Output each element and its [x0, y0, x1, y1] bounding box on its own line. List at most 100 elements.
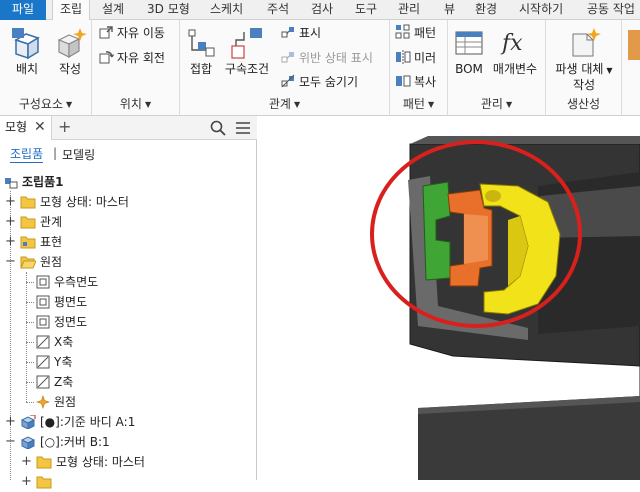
yellow-cap-boss	[485, 190, 501, 202]
derived-substitute-icon	[572, 28, 601, 57]
collapse-icon[interactable]: −	[5, 252, 16, 272]
close-icon[interactable]: ✕	[34, 116, 46, 138]
grounded-part-icon	[20, 415, 36, 429]
copy-button[interactable]: 복사	[395, 72, 436, 92]
tree-node-origin[interactable]: − 원점	[0, 252, 257, 272]
tree-node-representations[interactable]: + 표현	[0, 232, 257, 252]
tree-node-z-axis[interactable]: Z축	[0, 372, 257, 392]
expand-icon[interactable]: +	[5, 412, 16, 432]
create-label: 작성	[58, 62, 82, 76]
derived-substitute-button[interactable]: 파생 대체 ▼ 작성	[550, 26, 618, 93]
tree-node-y-axis[interactable]: Y축	[0, 352, 257, 372]
tree-node-partial[interactable]: +	[0, 472, 257, 492]
hide-all-button[interactable]: 모두 숨기기	[280, 72, 358, 92]
part-icon	[20, 436, 36, 449]
tree-node-center-point[interactable]: 원점	[0, 392, 257, 412]
menu-tab-3d-model[interactable]: 3D 모형	[147, 0, 190, 20]
constrain-label: 구속조건	[224, 62, 270, 76]
tree-node-component-b[interactable]: − [○]:커버 B:1	[0, 432, 257, 452]
show-sick-button[interactable]: 위반 상태 표시	[280, 48, 373, 68]
tree-node-xz-plane[interactable]: 평면도	[0, 292, 257, 312]
create-component-icon	[57, 28, 87, 59]
work-axis-icon	[36, 375, 50, 389]
parameters-label: 매개변수	[492, 62, 538, 76]
menu-tab-annotate[interactable]: 주석	[267, 0, 289, 20]
manage-group-label[interactable]: 관리 ▼	[448, 95, 545, 111]
mirror-icon	[396, 50, 411, 64]
folder-icon	[20, 196, 36, 209]
menu-tab-design[interactable]: 설계	[102, 0, 124, 20]
tree-node-component-a[interactable]: + [●]:기준 바디 A:1	[0, 412, 257, 432]
tree-node-xy-plane[interactable]: 정면도	[0, 312, 257, 332]
free-rotate-icon	[99, 51, 115, 64]
ribbon-group-position: 자유 이동 자유 회전 위치 ▼	[92, 20, 180, 116]
expand-icon[interactable]: +	[5, 232, 16, 252]
show-relationship-icon	[281, 27, 294, 38]
place-button[interactable]: 배치	[6, 26, 48, 77]
menu-tab-view[interactable]: 뷰	[444, 0, 455, 20]
show-button[interactable]: 표시	[280, 23, 321, 43]
joint-button[interactable]: 접합	[184, 26, 218, 77]
work-point-icon	[36, 395, 50, 409]
bom-icon	[455, 31, 483, 55]
free-rotate-button[interactable]: 자유 회전	[98, 48, 165, 68]
pattern-icon	[395, 24, 410, 39]
pattern-button[interactable]: 패턴	[395, 23, 436, 43]
work-plane-icon	[36, 295, 50, 309]
menu-tab-environments[interactable]: 환경	[475, 0, 497, 20]
menu-tab-tools[interactable]: 도구	[355, 0, 377, 20]
assembly-section-view[interactable]	[258, 116, 640, 480]
graphics-viewport[interactable]	[258, 116, 640, 480]
mode-modeling[interactable]: 모델링	[62, 146, 95, 163]
tree-node-component-b-model-state[interactable]: + 모형 상태: 마스터	[0, 452, 257, 472]
constrain-button[interactable]: 구속조건	[220, 26, 274, 77]
search-icon[interactable]	[210, 120, 226, 136]
menu-bar: 파일 조립 설계 3D 모형 스케치 주석 검사 도구 관리 뷰 환경 시작하기…	[0, 0, 640, 21]
next-group-icon[interactable]	[628, 30, 640, 60]
position-group-label[interactable]: 위치 ▼	[92, 95, 179, 111]
folder-icon	[36, 476, 52, 489]
tree-node-root[interactable]: 조립품1	[0, 172, 257, 192]
mode-assembly[interactable]: 조립품	[10, 146, 44, 163]
bom-button[interactable]: BOM	[452, 26, 486, 77]
folder-open-icon	[20, 256, 36, 269]
relationships-group-label[interactable]: 관계 ▼	[180, 95, 389, 111]
add-tab-icon[interactable]: +	[58, 117, 71, 137]
productivity-group-label: 생산성	[566, 97, 601, 111]
browser-tab-model[interactable]: 모형 ✕	[0, 116, 52, 140]
parameters-button[interactable]: fx 매개변수	[488, 26, 542, 77]
folder-icon	[36, 456, 52, 469]
component-group-label[interactable]: 구성요소 ▼	[0, 95, 91, 111]
tree-node-yz-plane[interactable]: 우측면도	[0, 272, 257, 292]
menu-tab-collaborate[interactable]: 공동 작업	[587, 0, 635, 20]
derived-substitute-label-line2: 작성	[572, 78, 596, 92]
tree-node-relationships[interactable]: + 관계	[0, 212, 257, 232]
menu-tab-assemble[interactable]: 조립	[52, 0, 90, 21]
menu-tab-file[interactable]: 파일	[0, 0, 46, 20]
menu-tab-sketch[interactable]: 스케치	[210, 0, 243, 20]
menu-tab-get-started[interactable]: 시작하기	[519, 0, 563, 20]
tree-node-x-axis[interactable]: X축	[0, 332, 257, 352]
model-browser: 모형 ✕ + 조립품 | 모델링 조립품1 + 모형 상태: 마스터 + 관계 …	[0, 116, 257, 489]
collapse-icon[interactable]: −	[5, 432, 16, 452]
expand-icon[interactable]: +	[5, 192, 16, 212]
ribbon-group-manage: BOM fx 매개변수 관리 ▼	[448, 20, 546, 116]
expand-icon[interactable]: +	[21, 472, 32, 492]
ribbon-group-pattern: 패턴 미러 복사 패턴 ▼	[390, 20, 448, 116]
expand-icon[interactable]: +	[5, 212, 16, 232]
work-plane-icon	[36, 315, 50, 329]
menu-tab-inspect[interactable]: 검사	[311, 0, 333, 20]
svg-text:fx: fx	[500, 31, 523, 56]
menu-tab-manage[interactable]: 관리	[398, 0, 420, 20]
show-sick-icon	[281, 52, 294, 63]
free-move-button[interactable]: 자유 이동	[98, 23, 165, 43]
derived-substitute-label: 파생 대체	[555, 62, 604, 76]
browser-tab-bar: 모형 ✕ +	[0, 116, 257, 140]
copy-icon	[396, 75, 411, 87]
expand-icon[interactable]: +	[21, 452, 32, 472]
pattern-group-label[interactable]: 패턴 ▼	[390, 95, 447, 111]
create-button[interactable]: 작성	[50, 26, 90, 77]
tree-node-model-state[interactable]: + 모형 상태: 마스터	[0, 192, 257, 212]
mirror-button[interactable]: 미러	[395, 48, 436, 68]
hamburger-menu-icon[interactable]	[235, 121, 251, 135]
